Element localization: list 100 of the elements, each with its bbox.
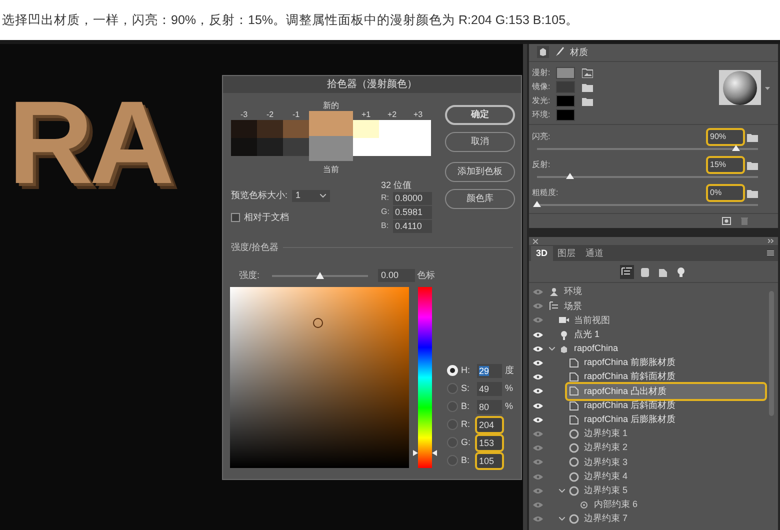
field-label: R: — [461, 418, 471, 431]
radio-button[interactable] — [447, 437, 458, 448]
tree-label: rapofChina 后膨胀材质 — [584, 413, 676, 426]
input-field[interactable]: 15% — [708, 158, 743, 172]
input-field[interactable]: 90% — [708, 130, 743, 144]
color-swatch[interactable] — [556, 67, 575, 80]
input-field[interactable]: 105 — [477, 454, 502, 468]
slider-label: 反射: — [532, 159, 550, 172]
color-swatch[interactable] — [257, 138, 283, 156]
chevron-icon[interactable] — [559, 488, 565, 493]
menu-icon[interactable] — [767, 250, 774, 256]
tree-label: 边界约束 1 — [584, 427, 628, 440]
current-label: 当前 — [323, 165, 339, 175]
eye-icon[interactable] — [533, 388, 543, 394]
mesh-icon[interactable] — [537, 46, 549, 58]
dialog-button[interactable]: 颜色库 — [445, 189, 515, 209]
preview-size-label: 预览色标大小: — [231, 189, 288, 202]
color-swatch[interactable] — [556, 81, 575, 94]
input-field[interactable]: 0% — [708, 186, 743, 200]
panel-tab[interactable]: 3D — [531, 246, 553, 261]
tree-label: 内部约束 6 — [594, 498, 638, 512]
ring-icon — [569, 443, 579, 454]
canvas-text: RA — [8, 84, 170, 202]
eye-icon[interactable] — [533, 346, 543, 352]
radio-button[interactable] — [447, 365, 458, 376]
tree-label: 边界约束 3 — [584, 456, 628, 469]
chevron-icon[interactable] — [549, 346, 555, 351]
radio-button[interactable] — [447, 401, 458, 412]
texture-icon[interactable] — [582, 68, 593, 78]
color-swatch[interactable] — [556, 95, 575, 108]
sphere-preview[interactable] — [719, 70, 761, 105]
input-field[interactable]: 49 — [477, 382, 502, 396]
tree-label: 边界约束 2 — [584, 441, 628, 454]
checkbox[interactable] — [231, 212, 240, 222]
dialog-button[interactable]: 确定 — [445, 105, 515, 125]
input-field[interactable]: 29 — [477, 364, 502, 378]
folder-icon[interactable] — [747, 160, 758, 170]
input-field[interactable]: 0.8000 — [393, 192, 432, 204]
color-swatch[interactable] — [257, 120, 283, 138]
slider-track[interactable] — [537, 148, 758, 150]
folder-icon[interactable] — [747, 132, 758, 142]
color-swatch[interactable] — [231, 120, 257, 138]
radio-button[interactable] — [447, 419, 458, 430]
chevron-icon[interactable] — [559, 517, 565, 522]
input-field[interactable]: 0.5981 — [393, 206, 432, 218]
tree-label: rapofChina 前膨胀材质 — [584, 356, 676, 370]
map-label: 漫射: — [532, 67, 552, 80]
render-icon[interactable] — [722, 217, 731, 226]
dialog-button[interactable]: 添加到色板 — [445, 162, 515, 182]
panel-tab[interactable]: 材质 — [570, 46, 588, 60]
tree-label: 边界约束 4 — [584, 470, 628, 483]
brush-icon[interactable] — [555, 47, 564, 58]
input-field[interactable]: 80 — [477, 400, 502, 414]
folder-icon[interactable] — [747, 188, 758, 198]
slider-thumb[interactable] — [566, 173, 574, 180]
input-field[interactable]: 153 — [477, 436, 502, 450]
eye-icon[interactable] — [533, 416, 543, 423]
material-icon — [569, 400, 579, 411]
eye-icon[interactable] — [533, 360, 543, 366]
panel-tab[interactable]: 通道 — [580, 246, 609, 261]
color-swatch[interactable] — [353, 120, 379, 138]
hue-slider-handle[interactable] — [413, 450, 438, 456]
preview-size-dropdown[interactable]: 1 — [292, 190, 330, 202]
input-field[interactable]: 0.4110 — [393, 220, 432, 232]
scene-filter-icon[interactable] — [620, 264, 634, 278]
close-icon[interactable] — [533, 238, 538, 244]
unit-label: % — [505, 382, 514, 395]
panel-tab[interactable]: 图层 — [552, 246, 581, 261]
color-field[interactable] — [230, 286, 410, 468]
slider-thumb[interactable] — [316, 272, 324, 278]
color-swatch[interactable] — [353, 138, 379, 156]
input-field[interactable]: 204 — [477, 418, 502, 432]
field-label: B: — [461, 454, 471, 467]
bit32-title: 32 位值 — [381, 179, 413, 191]
section-title: 强度/拾色器 — [231, 241, 279, 254]
current-color-swatch[interactable] — [309, 136, 353, 161]
radio-button[interactable] — [447, 455, 458, 466]
color-swatch[interactable] — [283, 138, 309, 156]
dialog-title: 拾色器（漫射颜色） — [327, 78, 417, 92]
collapse-icon[interactable] — [768, 239, 774, 243]
slider-track[interactable] — [537, 176, 758, 178]
color-swatch[interactable] — [283, 120, 309, 138]
environment-icon — [549, 287, 559, 298]
color-swatch[interactable] — [231, 138, 257, 156]
caret-icon[interactable] — [765, 86, 770, 90]
eye-icon[interactable] — [533, 402, 543, 409]
hue-slider[interactable] — [413, 286, 437, 468]
slider-thumb[interactable] — [533, 201, 541, 208]
field-label: G: — [381, 206, 390, 218]
eye-icon[interactable] — [533, 332, 543, 338]
folder-icon[interactable] — [582, 82, 593, 92]
folder-icon[interactable] — [582, 96, 593, 106]
color-swatch[interactable] — [556, 109, 575, 122]
field-label: R: — [381, 192, 390, 204]
color-marker[interactable] — [313, 318, 323, 328]
eye-icon[interactable] — [533, 374, 543, 380]
radio-button[interactable] — [447, 383, 458, 394]
tree-label: 边界约束 5 — [584, 484, 628, 497]
dialog-button[interactable]: 取消 — [445, 132, 515, 152]
input-field[interactable]: 0.00 — [378, 269, 415, 282]
